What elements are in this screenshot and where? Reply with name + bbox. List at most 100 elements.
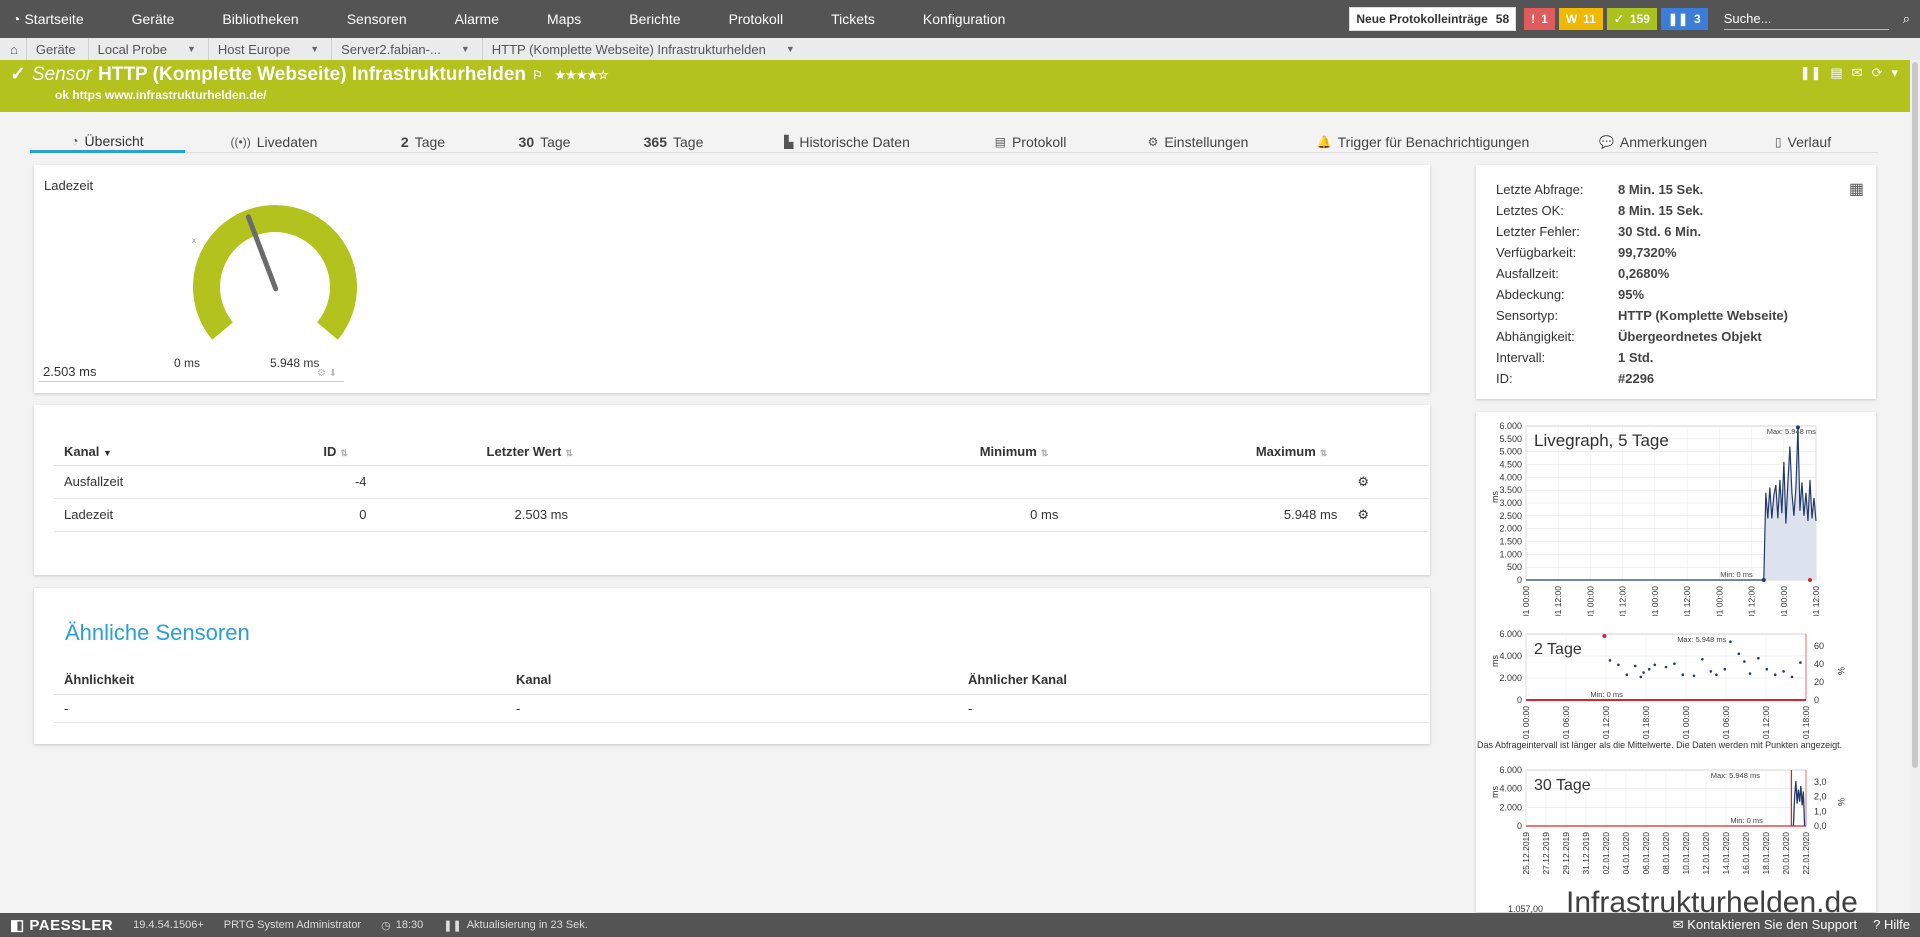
nav-item-konfiguration[interactable]: Konfiguration: [899, 11, 1030, 27]
tab-2-tage[interactable]: 2 Tage: [363, 131, 483, 153]
tab-label: Tage: [673, 134, 704, 150]
tab-365-tage[interactable]: 365 Tage: [606, 131, 741, 153]
breadcrumb-item-geraete[interactable]: Geräte: [27, 38, 89, 60]
column-header-id[interactable]: ID ⇅: [284, 438, 387, 466]
info-row: Intervall: 1 Std.: [1496, 347, 1788, 368]
livegraph[interactable]: 6.000 5.500 5.000 4.500 4.000 3.500 3.000 2.500…: [1476, 416, 1876, 631]
graph-30-tage[interactable]: 6.000 4.000 2.000 0 3,0 2,0 1,0 0,0% ms 25.12.201…: [1476, 764, 1876, 897]
y-tick-label: 6.000: [1499, 421, 1522, 431]
mail-icon[interactable]: ✉: [1852, 65, 1863, 81]
x-tick-label: 22.01 00:00: [1681, 706, 1691, 740]
tab-label: Livedaten: [256, 134, 318, 150]
alarm-badge-down[interactable]: ! 1: [1524, 8, 1555, 30]
status-badge-up-count: 159: [1629, 12, 1650, 26]
tab-livedaten[interactable]: ((•)) Livedaten: [185, 131, 363, 153]
pin-icon[interactable]: ⬇: [329, 368, 337, 379]
tab-trigger[interactable]: 🔔 Trigger für Benachrichtigungen: [1288, 131, 1558, 153]
gauge-icon: ◔: [71, 133, 79, 148]
scrollbar[interactable]: [1910, 60, 1920, 913]
chevron-down-icon[interactable]: ▾: [1891, 65, 1898, 81]
tab-einstellungen[interactable]: ⚙ Einstellungen: [1108, 131, 1288, 153]
nav-item-berichte[interactable]: Berichte: [605, 11, 704, 27]
breadcrumb-item-probe[interactable]: Local Probe ▼: [89, 38, 209, 60]
graph-2-tage[interactable]: 6.000 4.000 2.000 0 60 40 20 0% ms 21.01 00:00 21.…: [1476, 628, 1876, 751]
new-log-entries-button[interactable]: Neue Protokolleinträge 58: [1349, 7, 1517, 31]
nav-item-bibliotheken[interactable]: Bibliotheken: [198, 11, 322, 27]
max-point: [1795, 425, 1800, 430]
cell-kanal[interactable]: Ladezeit: [54, 498, 285, 532]
nav-item-protokoll[interactable]: Protokoll: [705, 11, 807, 27]
series-point: [1709, 670, 1713, 673]
sensor-info-list: Letzte Abfrage: 8 Min. 15 Sek. Letztes OK:…: [1496, 179, 1788, 389]
history-icon: ▯: [1774, 135, 1782, 149]
info-value: 0,2680%: [1618, 266, 1670, 281]
nav-item-tickets[interactable]: Tickets: [807, 11, 899, 27]
cell-aehnlicher-kanal: -: [958, 694, 1429, 723]
chevron-down-icon[interactable]: ▼: [786, 44, 795, 54]
channel-table-panel: Kanal ▼ ID ⇅ Letzter Wert ⇅ Minimum ⇅ Maxim…: [34, 405, 1430, 575]
column-header-aehnlicher-kanal: Ähnlicher Kanal: [958, 666, 1429, 695]
breadcrumb-item-sensor[interactable]: HTTP (Komplette Webseite) Infrastrukturh…: [483, 38, 807, 60]
chevron-down-icon[interactable]: ▼: [461, 44, 470, 54]
tab-30-tage[interactable]: 30 Tage: [483, 131, 606, 153]
qr-code-icon[interactable]: ▦: [1849, 179, 1864, 199]
series-point: [1799, 661, 1802, 664]
priority-stars[interactable]: ★★★★☆: [555, 68, 609, 82]
scrollbar-thumb[interactable]: [1912, 62, 1918, 768]
tab-label: Verlauf: [1787, 134, 1832, 150]
paessler-logo: ◧ PAESSLER: [10, 916, 113, 934]
x-tick-label: 21.01 12:00: [1747, 586, 1757, 616]
gear-icon[interactable]: ⚙: [317, 368, 326, 379]
channel-settings-icon[interactable]: ⚙: [1357, 498, 1429, 532]
tab-anmerkungen[interactable]: 💬 Anmerkungen: [1558, 131, 1748, 153]
list-icon: ▤: [994, 135, 1006, 149]
series-point: [1748, 672, 1752, 675]
info-row: Letzte Abfrage: 8 Min. 15 Sek.: [1496, 179, 1788, 200]
column-header-maximum[interactable]: Maximum ⇅: [1078, 438, 1358, 466]
alarm-badge-warning[interactable]: W 11: [1558, 8, 1603, 30]
nav-item-geraete[interactable]: Geräte: [108, 11, 199, 27]
document-icon[interactable]: ▤: [1830, 65, 1842, 81]
chevron-down-icon[interactable]: ▼: [310, 44, 319, 54]
refresh-icon[interactable]: ⟳: [1872, 65, 1883, 81]
table-row[interactable]: Ladezeit 0 2.503 ms 0 ms 5.948 ms ⚙: [54, 498, 1429, 532]
gauge-tools: ⚙ ⬇: [317, 368, 337, 379]
column-header-minimum[interactable]: Minimum ⇅: [763, 438, 1079, 466]
tab-historische-daten[interactable]: ▙ Historische Daten: [741, 131, 953, 153]
tab-verlauf[interactable]: ▯ Verlauf: [1748, 131, 1858, 153]
x-tick-label: 22.01 18:00: [1801, 706, 1811, 740]
support-link[interactable]: ✉ Kontaktieren Sie den Support: [1673, 917, 1857, 933]
pause-icon[interactable]: ❚❚: [1800, 65, 1822, 81]
info-value: 95%: [1618, 287, 1645, 302]
graph-max-label: Max: 5.948 ms: [1767, 427, 1816, 436]
chevron-down-icon[interactable]: ▼: [187, 44, 196, 54]
nav-item-sensoren[interactable]: Sensoren: [323, 11, 431, 27]
cell-letzter-wert: 2.503 ms: [386, 498, 764, 532]
home-icon[interactable]: ⌂: [0, 38, 27, 60]
breadcrumb-item-group[interactable]: Host Europe ▼: [209, 38, 333, 60]
status-badge-up[interactable]: ✓ 159: [1606, 8, 1657, 30]
cell-minimum: [763, 465, 1079, 499]
channel-settings-icon[interactable]: ⚙: [1357, 465, 1429, 499]
user-text[interactable]: PRTG System Administrator: [224, 919, 361, 931]
version-text[interactable]: 19.4.54.1506+: [133, 919, 204, 931]
tab-uebersicht[interactable]: ◔ Übersicht: [30, 131, 185, 153]
nav-item-alarme[interactable]: Alarme: [431, 11, 523, 27]
refresh-status[interactable]: ❚❚ Aktualisierung in 23 Sek.: [443, 919, 588, 932]
help-link[interactable]: ? Hilfe: [1873, 917, 1910, 933]
status-badge-paused[interactable]: ❚❚ 3: [1660, 8, 1708, 30]
y2-tick-label: 60: [1814, 641, 1824, 651]
graph-2-tage-chart: 6.000 4.000 2.000 0 60 40 20 0% ms 21.01 00:00 21.…: [1490, 629, 1846, 751]
cell-kanal[interactable]: Ausfallzeit: [54, 465, 285, 499]
cell-id: 0: [284, 498, 387, 532]
flag-icon[interactable]: ⚐: [532, 68, 543, 82]
nav-home[interactable]: ◔ Startseite: [0, 11, 108, 27]
column-header-kanal[interactable]: Kanal ▼: [54, 438, 285, 466]
nav-item-maps[interactable]: Maps: [523, 11, 605, 27]
tab-protokoll[interactable]: ▤ Protokoll: [953, 131, 1108, 153]
search-input[interactable]: Suche...: [1723, 8, 1889, 30]
table-row[interactable]: Ausfallzeit -4 ⚙: [54, 465, 1429, 499]
search-icon[interactable]: ⌕: [1903, 11, 1910, 27]
column-header-letzter-wert[interactable]: Letzter Wert ⇅: [386, 438, 764, 466]
breadcrumb-item-device[interactable]: Server2.fabian-... ▼: [332, 38, 483, 60]
